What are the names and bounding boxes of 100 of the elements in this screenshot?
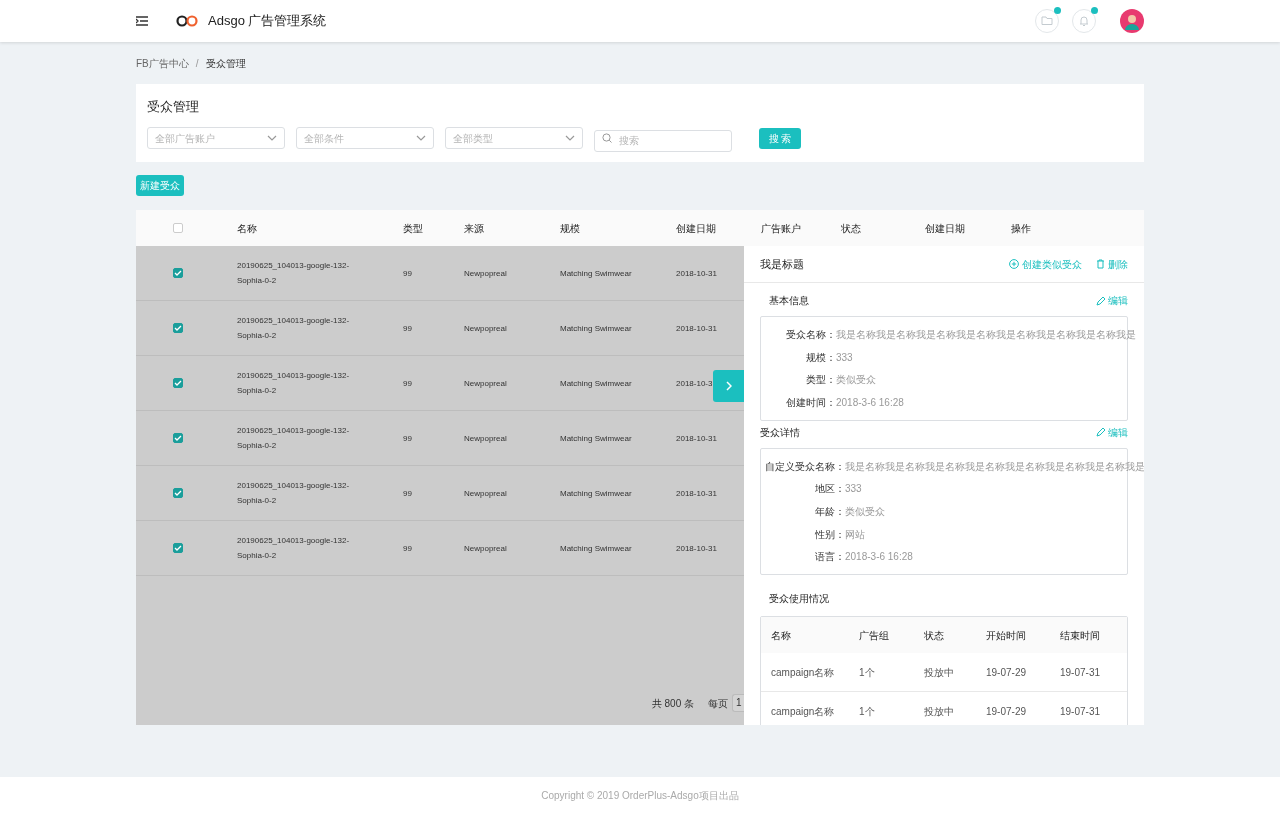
- search-icon: [602, 133, 612, 143]
- column-header: 类型: [403, 222, 423, 234]
- column-header: 创建日期: [676, 222, 716, 234]
- search-field[interactable]: 搜索: [594, 129, 732, 152]
- column-header: 广告组: [859, 629, 889, 641]
- chevron-down-icon: [565, 135, 575, 141]
- table-cell: Newpopreal: [464, 488, 507, 498]
- filter-dropdown[interactable]: 全部类型: [445, 127, 583, 149]
- folder-icon: [1041, 15, 1053, 27]
- table-cell: Newpopreal: [464, 543, 507, 553]
- field-label: 类型：: [805, 373, 836, 388]
- column-header: 来源: [464, 222, 484, 234]
- column-header: 名称: [237, 222, 257, 234]
- folder-button[interactable]: [1035, 9, 1059, 33]
- menu-icon[interactable]: [136, 16, 148, 26]
- filter-dropdown[interactable]: 全部条件: [296, 127, 434, 149]
- section-title: 基本信息: [769, 294, 809, 308]
- column-header: 开始时间: [986, 629, 1026, 641]
- table-cell: 19-07-29: [986, 666, 1027, 678]
- add-circle-icon: [1009, 259, 1019, 269]
- copyright-text: Copyright © 2019 OrderPlus-Adsgo项目出品: [541, 788, 739, 803]
- column-header: 规模: [560, 222, 580, 234]
- table-cell: 19-07-29: [986, 705, 1027, 717]
- table-cell: 投放中: [924, 666, 954, 678]
- trash-icon: [1096, 259, 1105, 269]
- table-cell: 99: [403, 543, 412, 553]
- field-value: 2018-3-6 16:28: [845, 550, 913, 565]
- table-cell: 1个: [859, 705, 875, 717]
- field-value: 我是名称我是名称我是名称我是名称我是名称我是名称我是名称我是: [845, 459, 1144, 474]
- table-cell: 2018-10-31: [676, 323, 717, 333]
- breadcrumb-link[interactable]: FB广告中心: [136, 55, 189, 71]
- table-cell: 20190625_104013-google-132-Sophia-0-2: [237, 316, 350, 340]
- pencil-icon: [1096, 427, 1106, 438]
- field-value: 类似受众: [845, 504, 885, 519]
- column-header: 状态: [924, 629, 944, 641]
- chevron-down-icon: [267, 135, 277, 141]
- field-label: 自定义受众名称：: [764, 459, 845, 474]
- field-value: 网站: [845, 527, 865, 542]
- filter-dropdown[interactable]: 全部广告账户: [147, 127, 285, 149]
- section-title: 受众使用情况: [769, 592, 829, 607]
- section-title: 受众详情: [760, 425, 800, 440]
- create-similar-button[interactable]: 创建类似受众: [1009, 256, 1082, 272]
- table-cell: 2018-10-31: [676, 433, 717, 443]
- notification-button[interactable]: [1072, 9, 1096, 33]
- column-header: 操作: [1011, 222, 1031, 234]
- breadcrumb-current: 受众管理: [205, 56, 246, 71]
- table-cell: Newpopreal: [464, 378, 507, 388]
- bell-icon: [1078, 15, 1090, 27]
- row-checkbox[interactable]: [173, 543, 183, 553]
- per-page-label: 每页: [708, 696, 728, 711]
- table-cell: 99: [403, 433, 412, 443]
- edit-button[interactable]: 编辑: [1096, 293, 1128, 308]
- table-cell: Matching Swimwear: [560, 323, 632, 333]
- avatar-icon[interactable]: [1120, 9, 1144, 33]
- table-cell: Matching Swimwear: [560, 433, 632, 443]
- table-cell: 20190625_104013-google-132-Sophia-0-2: [237, 261, 350, 285]
- table-cell: Matching Swimwear: [560, 488, 632, 498]
- table-cell: Matching Swimwear: [560, 268, 632, 278]
- table-cell: campaign名称: [771, 705, 835, 717]
- field-label: 规模：: [805, 350, 836, 365]
- field-label: 性别：: [814, 527, 845, 542]
- row-checkbox[interactable]: [173, 378, 183, 388]
- table-cell: Newpopreal: [464, 433, 507, 443]
- drawer-title: 我是标题: [760, 256, 805, 272]
- chevron-down-icon: [416, 135, 426, 141]
- delete-button[interactable]: 删除: [1096, 256, 1128, 272]
- table-cell: 20190625_104013-google-132-Sophia-0-2: [237, 536, 350, 560]
- table-cell: 2018-10-31: [676, 543, 717, 553]
- row-checkbox[interactable]: [173, 323, 183, 333]
- pencil-icon: [1096, 295, 1106, 306]
- app-name: Adsgo 广告管理系统: [208, 12, 327, 31]
- edit-button[interactable]: 编辑: [1096, 424, 1128, 440]
- field-label: 地区：: [814, 482, 845, 497]
- table-cell: 20190625_104013-google-132-Sophia-0-2: [237, 426, 350, 450]
- table-cell: Matching Swimwear: [560, 378, 632, 388]
- chevron-right-icon: [725, 381, 732, 391]
- table-cell: Newpopreal: [464, 268, 507, 278]
- table-cell: 99: [403, 323, 412, 333]
- table-cell: 1个: [859, 666, 875, 678]
- table-cell: 99: [403, 378, 412, 388]
- select-all-checkbox[interactable]: [173, 223, 183, 233]
- total-count: 共 800 条: [651, 696, 694, 711]
- new-audience-button[interactable]: 新建受众: [136, 175, 184, 196]
- column-header: 广告账户: [761, 222, 801, 234]
- table-cell: Newpopreal: [464, 323, 507, 333]
- page-size-select[interactable]: 1: [732, 694, 744, 712]
- table-cell: 99: [403, 268, 412, 278]
- breadcrumb-separator: /: [195, 56, 199, 71]
- field-value: 2018-3-6 16:28: [836, 395, 904, 410]
- row-checkbox[interactable]: [173, 268, 183, 278]
- column-header: 结束时间: [1060, 629, 1100, 641]
- page-title: 受众管理: [147, 98, 200, 116]
- search-button[interactable]: 搜 索: [759, 127, 801, 149]
- row-checkbox[interactable]: [173, 433, 183, 443]
- table-cell: 19-07-31: [1060, 666, 1101, 678]
- table-cell: 2018-10-3: [676, 378, 713, 388]
- column-header: 创建日期: [925, 222, 965, 234]
- field-label: 创建时间：: [785, 395, 836, 410]
- table-cell: 19-07-31: [1060, 705, 1101, 717]
- row-checkbox[interactable]: [173, 488, 183, 498]
